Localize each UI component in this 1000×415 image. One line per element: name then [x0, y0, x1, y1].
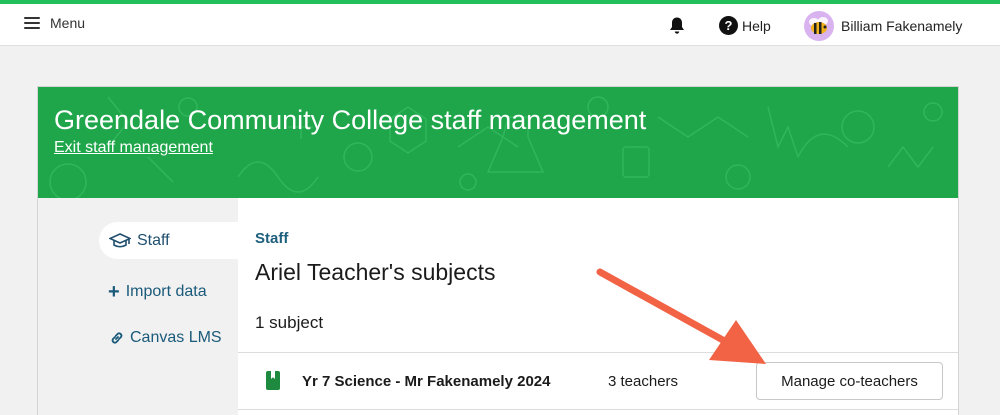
banner-title: Greendale Community College staff manage…: [54, 105, 647, 135]
breadcrumb[interactable]: Staff: [255, 230, 288, 247]
main-content: Staff Ariel Teacher's subjects 1 subject…: [238, 198, 958, 415]
sidebar-item-import-data[interactable]: + Import data: [108, 281, 207, 303]
avatar: [804, 11, 834, 41]
sidebar-item-label: Import data: [125, 283, 207, 300]
subject-count: 1 subject: [255, 313, 324, 332]
exit-staff-management-link[interactable]: Exit staff management: [54, 139, 213, 157]
book-icon: [266, 371, 280, 390]
bee-icon: [809, 17, 828, 34]
sidebar-item-canvas-lms[interactable]: Canvas LMS: [110, 329, 222, 347]
plus-icon: +: [108, 281, 120, 303]
sidebar-item-label: Canvas LMS: [130, 329, 222, 346]
link-icon: [111, 332, 123, 344]
menu-label: Menu: [50, 15, 86, 31]
help-icon: ?: [719, 16, 738, 35]
subject-name[interactable]: Yr 7 Science - Mr Fakenamely 2024: [302, 373, 550, 390]
page-title: Ariel Teacher's subjects: [255, 259, 496, 285]
sidebar-item-staff[interactable]: Staff: [99, 222, 238, 259]
manage-co-teachers-button[interactable]: Manage co-teachers: [756, 362, 943, 400]
user-menu[interactable]: Billiam Fakenamely: [804, 11, 962, 41]
help-button[interactable]: ? Help: [719, 16, 771, 35]
staff-management-card: Greendale Community College staff manage…: [37, 86, 959, 415]
hamburger-icon: [24, 17, 40, 29]
subject-row: Yr 7 Science - Mr Fakenamely 2024 3 teac…: [238, 352, 958, 410]
menu-button[interactable]: Menu: [24, 15, 85, 31]
help-label: Help: [742, 17, 771, 34]
graduation-cap-icon: [109, 232, 131, 248]
sidebar-item-label: Staff: [137, 231, 170, 249]
user-name: Billiam Fakenamely: [841, 18, 963, 34]
teacher-count: 3 teachers: [608, 373, 679, 390]
bell-icon[interactable]: [668, 16, 686, 36]
banner: Greendale Community College staff manage…: [38, 87, 958, 198]
top-navbar: Menu ? Help Billiam Fakenamely: [0, 4, 1000, 46]
sidebar: Staff + Import data Canvas LMS: [38, 198, 238, 415]
